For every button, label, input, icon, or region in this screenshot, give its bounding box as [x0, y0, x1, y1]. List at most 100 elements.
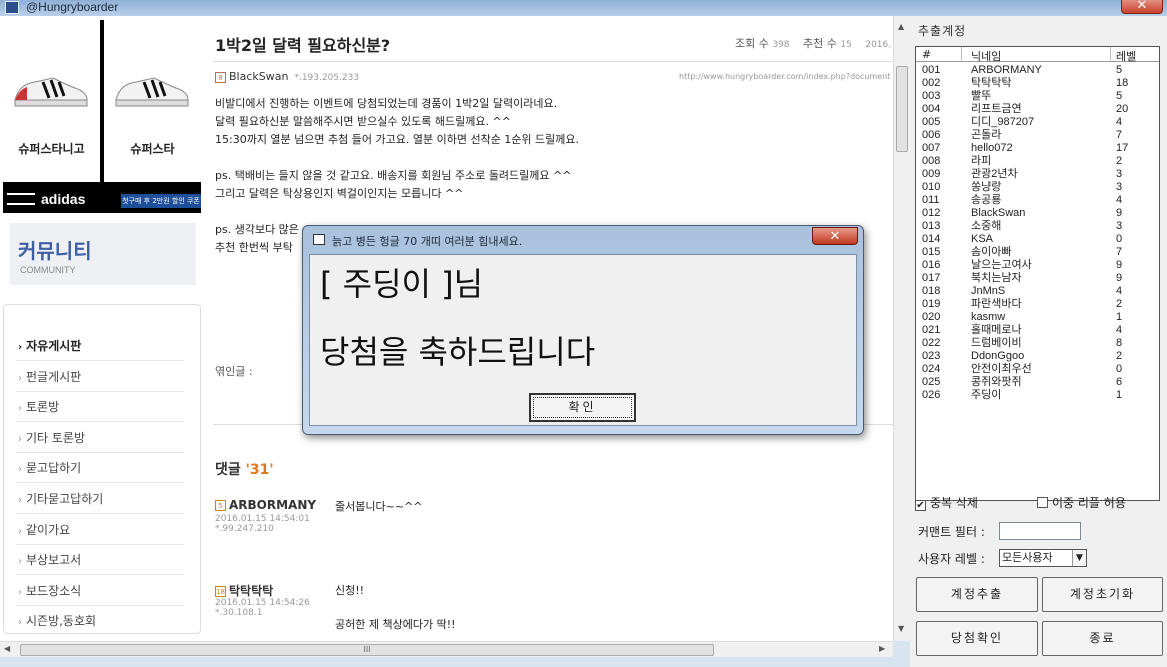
col-level[interactable]: 레벨	[1116, 48, 1136, 64]
row-nickname: kasmw	[971, 311, 1006, 323]
row-number: 014	[922, 233, 941, 245]
ad-item-1[interactable]: 슈퍼스타니고	[3, 20, 100, 182]
comment-author[interactable]: 18 탁탁탁탁	[215, 582, 273, 599]
level-badge-icon: 8	[215, 71, 226, 83]
menu-item-resort-news[interactable]: › 보드장소식	[16, 576, 184, 606]
account-row[interactable]: 015 솜이아빠 7	[916, 246, 1159, 259]
account-row[interactable]: 025 콩쥐와팟쥐 6	[916, 376, 1159, 389]
trackback-label: 엮인글 :	[215, 365, 253, 378]
account-row[interactable]: 017 북치는남자 9	[916, 272, 1159, 285]
account-row[interactable]: 012 BlackSwan 9	[916, 207, 1159, 220]
menu-item-go-together[interactable]: › 같이가요	[16, 515, 184, 545]
menu-item-free-board[interactable]: › 자유게시판	[16, 331, 184, 361]
row-nickname: 쏭냥랑	[971, 181, 1002, 193]
account-row[interactable]: 005 디디_987207 4	[916, 116, 1159, 129]
row-number: 004	[922, 103, 941, 115]
check-winner-button[interactable]: 당첨확인	[916, 621, 1038, 656]
level-badge-icon: 5	[215, 500, 226, 511]
account-row[interactable]: 003 빨뚜 5	[916, 90, 1159, 103]
scroll-left-icon[interactable]: ◀	[4, 644, 10, 653]
account-row[interactable]: 019 파란색바다 2	[916, 298, 1159, 311]
col-nickname[interactable]: 닉네임	[971, 48, 1001, 64]
post-line: 비발디에서 진행하는 이벤트에 당첨되었는데 경품이 1박2일 달력이라네요.	[215, 97, 558, 110]
account-row[interactable]: 013 소중해 3	[916, 220, 1159, 233]
account-row[interactable]: 011 송공룡 4	[916, 194, 1159, 207]
menu-item-qna[interactable]: › 묻고답하기	[16, 453, 184, 483]
arrow-icon: ›	[18, 556, 22, 567]
row-nickname: 곤돌라	[971, 129, 1002, 141]
app-icon	[5, 1, 19, 14]
exit-button[interactable]: 종료	[1042, 621, 1163, 656]
row-number: 023	[922, 350, 941, 362]
dialog-close-button[interactable]: ✕	[812, 227, 858, 245]
panel-title: 추출계정	[918, 24, 967, 38]
account-row[interactable]: 006 곤돌라 7	[916, 129, 1159, 142]
row-number: 017	[922, 272, 941, 284]
window-close-button[interactable]: ✕	[1121, 0, 1163, 14]
ad-item-2[interactable]: 슈퍼스타	[104, 20, 201, 182]
menu-item-other-qna[interactable]: › 기타묻고답하기	[16, 484, 184, 514]
ok-button[interactable]: 확인	[529, 393, 636, 422]
user-level-select[interactable]: 모든사용자 ▼	[999, 549, 1087, 567]
account-list[interactable]: # 닉네임 레벨 001 ARBORMANY 5 002 탁탁탁탁 18 003 빨뚜 5 004…	[915, 46, 1160, 501]
row-number: 001	[922, 64, 941, 76]
account-row[interactable]: 016 날으는고여사 9	[916, 259, 1159, 272]
row-nickname: 소중해	[971, 220, 1002, 232]
scroll-thumb[interactable]	[896, 66, 908, 152]
row-number: 006	[922, 129, 941, 141]
window-icon	[313, 234, 325, 245]
post-url[interactable]: http://www.hungryboarder.com/index.php?d…	[679, 72, 890, 81]
comment-date: 2016.01.15 14:54:01	[215, 514, 310, 524]
row-nickname: KSA	[971, 233, 994, 245]
account-row[interactable]: 020 kasmw 1	[916, 311, 1159, 324]
account-row[interactable]: 022 드럼베이비 8	[916, 337, 1159, 350]
row-number: 018	[922, 285, 941, 297]
row-number: 008	[922, 155, 941, 167]
account-row[interactable]: 004 리프트금연 20	[916, 103, 1159, 116]
account-row[interactable]: 010 쏭냥랑 3	[916, 181, 1159, 194]
account-row[interactable]: 018 JnMnS 4	[916, 285, 1159, 298]
menu-item-season-club[interactable]: › 시즌방,동호회	[16, 606, 184, 636]
account-row[interactable]: 007 hello072 17	[916, 142, 1159, 155]
scroll-up-icon[interactable]: ▲	[898, 22, 904, 31]
adidas-ad-banner[interactable]: 슈퍼스타니고 슈퍼스타 adidas 첫구매 후 2만원 할인 쿠폰	[3, 20, 201, 213]
account-row[interactable]: 014 KSA 0	[916, 233, 1159, 246]
arrow-icon: ›	[18, 526, 22, 537]
row-level: 3	[1116, 181, 1123, 193]
account-row[interactable]: 002 탁탁탁탁 18	[916, 77, 1159, 90]
menu-item-injury-report[interactable]: › 부상보고서	[16, 545, 184, 575]
scroll-down-icon[interactable]: ▼	[898, 624, 904, 633]
comment-author[interactable]: 5 ARBORMANY	[215, 498, 316, 512]
row-nickname: 디디_987207	[971, 116, 1035, 128]
row-nickname: JnMnS	[971, 285, 1006, 297]
account-row[interactable]: 008 라피 2	[916, 155, 1159, 168]
horizontal-scrollbar[interactable]: ◀ III ▶	[0, 641, 893, 657]
reset-accounts-button[interactable]: 계정초기화	[1042, 577, 1163, 612]
menu-item-fun-board[interactable]: › 펀글게시판	[16, 362, 184, 392]
account-row[interactable]: 021 홀때메로나 4	[916, 324, 1159, 337]
double-reply-checkbox[interactable]: 이중 리플 허용	[1037, 494, 1126, 511]
user-level-label: 사용자 레벨 :	[918, 552, 985, 566]
account-row[interactable]: 001 ARBORMANY 5	[916, 64, 1159, 77]
scroll-thumb[interactable]: III	[20, 644, 714, 656]
col-number[interactable]: #	[922, 48, 931, 61]
vertical-scrollbar[interactable]: ▲ ▼	[893, 16, 910, 641]
account-row[interactable]: 023 DdonGgoo 2	[916, 350, 1159, 363]
menu-item-discussion[interactable]: › 토론방	[16, 392, 184, 422]
post-author[interactable]: 8 BlackSwan *.193.205.233	[215, 70, 359, 83]
comment-filter-input[interactable]	[999, 522, 1081, 540]
row-level: 2	[1116, 155, 1123, 167]
extract-accounts-button[interactable]: 계정추출	[916, 577, 1038, 612]
row-number: 005	[922, 116, 941, 128]
dup-delete-checkbox[interactable]: ✔ 중복 삭제	[915, 494, 978, 511]
ad-item-1-label: 슈퍼스타니고	[18, 142, 85, 156]
account-row[interactable]: 009 관광2년차 3	[916, 168, 1159, 181]
window-titlebar: @Hungryboarder ✕	[0, 0, 1167, 16]
row-nickname: 날으는고여사	[971, 259, 1032, 271]
ad-item-2-label: 슈퍼스타	[130, 142, 175, 156]
account-row[interactable]: 024 안전이최우선 0	[916, 363, 1159, 376]
account-row[interactable]: 026 주딩이 1	[916, 389, 1159, 402]
scroll-right-icon[interactable]: ▶	[879, 644, 885, 653]
row-level: 1	[1116, 389, 1123, 401]
menu-item-other-discussion[interactable]: › 기타 토론방	[16, 423, 184, 453]
